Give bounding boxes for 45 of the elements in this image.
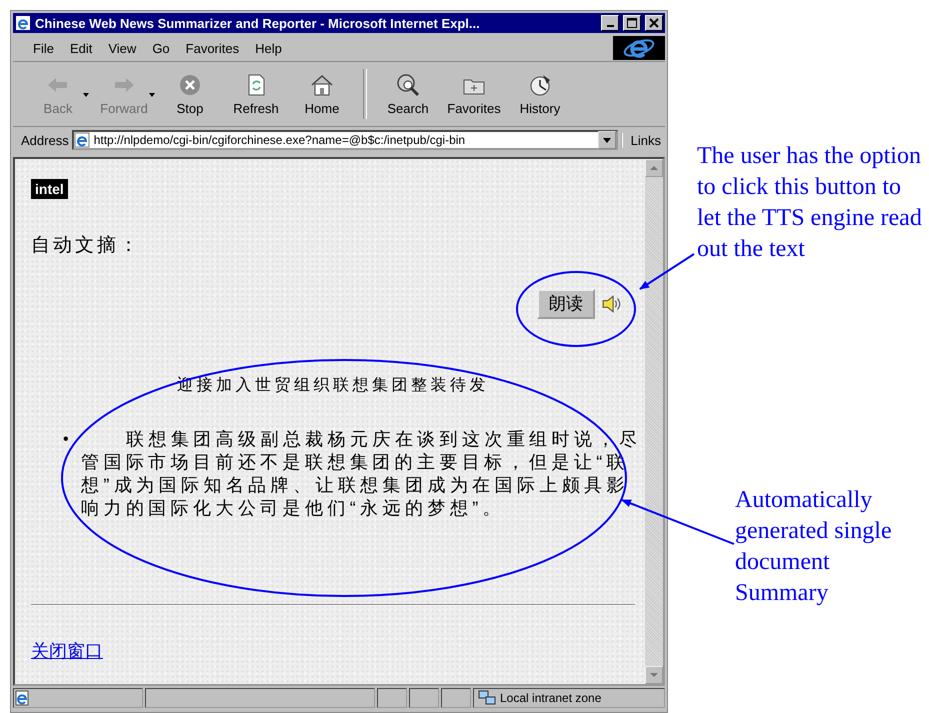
page-icon: [74, 132, 90, 148]
toolbar-button[interactable]: History: [507, 65, 573, 123]
annotation-text: The user has the option to click this button to let the TTS engine read out the text: [697, 142, 923, 264]
window-title: Chinese Web News Summarizer and Reporter - Microsoft Internet Expl...: [35, 16, 481, 30]
maximize-button[interactable]: [623, 15, 641, 31]
toolbar-button[interactable]: Refresh: [223, 65, 289, 123]
browser-icon: [15, 15, 31, 31]
toolbar-button[interactable]: Stop: [157, 65, 223, 123]
network-icon: [478, 690, 496, 706]
status-pane: [441, 688, 471, 708]
address-label: Address: [21, 132, 69, 148]
status-pane: [377, 688, 407, 708]
home-icon: [309, 72, 335, 98]
speaker-icon[interactable]: [601, 293, 623, 315]
menu-item[interactable]: Favorites: [178, 38, 248, 58]
menu-item[interactable]: File: [25, 38, 62, 58]
stop-icon: [177, 72, 203, 98]
links-button[interactable]: Links: [620, 132, 665, 148]
zone-label: Local intranet zone: [500, 691, 602, 705]
annotation-text: Automatically generated single document Summary: [735, 486, 893, 608]
search-icon: [395, 72, 421, 98]
menu-item[interactable]: Help: [247, 38, 290, 58]
close-window-link[interactable]: 关闭窗口: [31, 640, 103, 662]
minimize-button[interactable]: [601, 15, 619, 31]
toolbar-button[interactable]: Search: [375, 65, 441, 123]
menu-item[interactable]: Edit: [62, 38, 100, 58]
summary-heading: 自动文摘：: [31, 234, 142, 258]
page-icon: [14, 690, 30, 706]
toolbar-button[interactable]: Favorites: [441, 65, 507, 123]
brand-logo: intel: [31, 179, 68, 199]
maximize-icon: [627, 18, 637, 28]
toolbar-button[interactable]: Home: [289, 65, 355, 123]
close-icon: [649, 18, 659, 28]
read-aloud-button[interactable]: 朗读: [537, 289, 595, 319]
minimize-icon: [606, 25, 614, 27]
close-button[interactable]: [645, 15, 663, 31]
browser-logo: [613, 36, 665, 60]
menu-item[interactable]: Go: [144, 38, 178, 58]
status-pane: [409, 688, 439, 708]
caret-icon: [602, 138, 611, 142]
address-field[interactable]: http://nlpdemo/cgi-bin/cgiforchinese.exe?name=@b$c:/inetpub/cgi-bin: [72, 130, 618, 150]
annotation-arrow: [639, 253, 695, 290]
menu-item[interactable]: View: [100, 38, 144, 58]
dropdown-button[interactable]: [598, 131, 616, 149]
bullet: •: [63, 430, 70, 450]
